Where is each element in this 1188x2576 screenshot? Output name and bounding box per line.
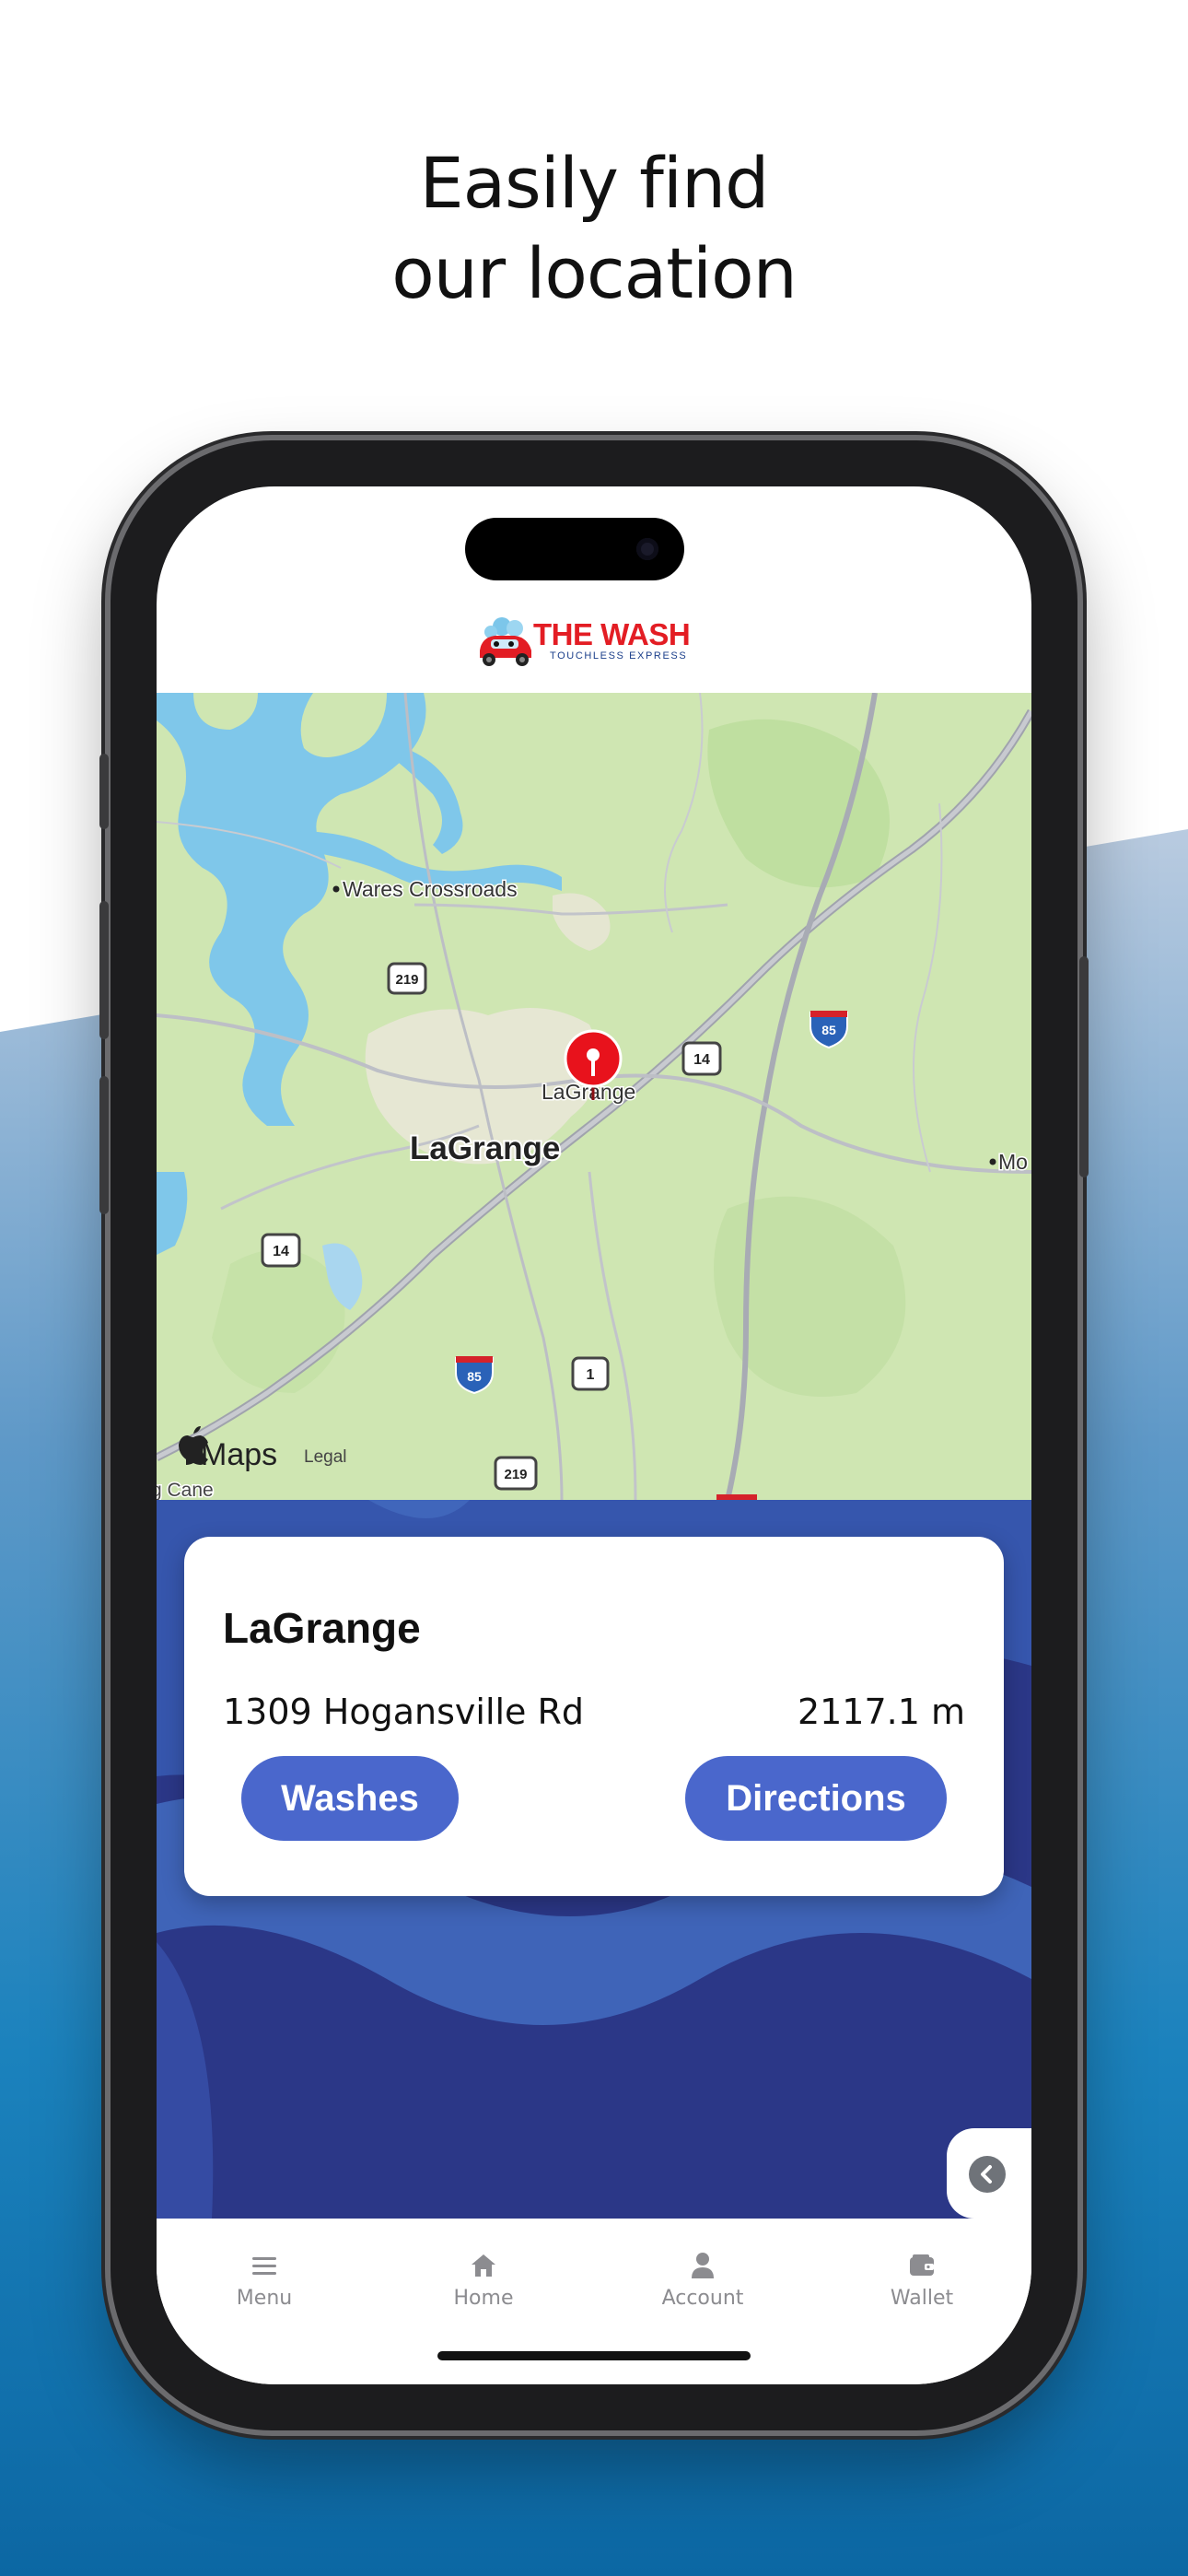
home-indicator[interactable] [437,2351,751,2360]
tab-label: Wallet [890,2287,954,2310]
place-label-mo: Mo [998,1150,1028,1174]
shield-label: 219 [395,972,418,988]
shield-label: 85 [821,1023,836,1037]
shield-label: 14 [693,1052,710,1068]
headline-line-1: Easily find [419,142,770,224]
maps-provider-label: Maps [201,1437,277,1472]
legal-link[interactable]: Legal [304,1447,347,1467]
shield-label: 219 [504,1467,527,1482]
place-label-cane: g Cane [157,1480,214,1500]
tab-label: Home [453,2287,514,2310]
promo-headline: Easily find our location [0,138,1188,319]
brand-logo: THE WASH TOUCHLESS EXPRESS [474,614,718,671]
location-distance: 2117.1 m [797,1692,965,1732]
tab-account[interactable]: Account [620,2250,786,2310]
volume-up-button [99,901,109,1039]
location-card[interactable]: LaGrange 1309 Hogansville Rd 2117.1 m Wa… [184,1537,1004,1896]
route-shield-219-south: 219 [494,1456,538,1491]
camera-icon [636,538,658,560]
menu-icon [181,2250,347,2281]
volume-down-button [99,1076,109,1214]
map-canvas[interactable]: 219 14 85 14 85 1 219 Wares Crossroads L… [157,693,1031,1500]
place-label-lagrange-city: LaGrange [410,1130,560,1166]
account-icon [620,2250,786,2281]
brand-name: THE WASH [533,617,691,651]
shield-label: 1 [587,1367,595,1383]
directions-button[interactable]: Directions [685,1756,947,1841]
collapse-panel-tab[interactable] [947,2128,1031,2219]
shield-label: 85 [467,1369,482,1384]
chevron-left-icon [969,2156,1006,2193]
phone-frame: THE WASH TOUCHLESS EXPRESS 219 14 85 14 … [99,440,1089,2430]
tab-label: Account [661,2287,744,2310]
route-shield-219-north: 219 [387,962,427,995]
headline-line-2: our location [391,232,798,314]
location-map[interactable]: 219 14 85 14 85 1 219 Wares Crossroads L… [157,693,1031,1500]
brand-tagline: TOUCHLESS EXPRESS [550,650,688,662]
wallet-icon [839,2250,1005,2281]
shield-label: 14 [273,1244,289,1259]
home-icon [401,2250,566,2281]
car-mascot-icon [480,617,531,666]
place-label-wares-crossroads: Wares Crossroads [343,877,518,901]
tab-home[interactable]: Home [401,2250,566,2310]
power-button [1079,956,1089,1177]
tab-menu[interactable]: Menu [181,2250,347,2310]
tab-wallet[interactable]: Wallet [839,2250,1005,2310]
location-address: 1309 Hogansville Rd [223,1692,585,1732]
route-shield-14-east: 14 [681,1041,722,1076]
action-button [99,754,109,829]
tab-label: Menu [236,2287,293,2310]
route-shield-1: 1 [571,1356,610,1391]
washes-button[interactable]: Washes [241,1756,459,1841]
route-shield-14-west: 14 [261,1233,301,1268]
dynamic-island [465,518,684,580]
app-screen: THE WASH TOUCHLESS EXPRESS 219 14 85 14 … [157,486,1031,2384]
location-name: LaGrange [223,1604,421,1652]
